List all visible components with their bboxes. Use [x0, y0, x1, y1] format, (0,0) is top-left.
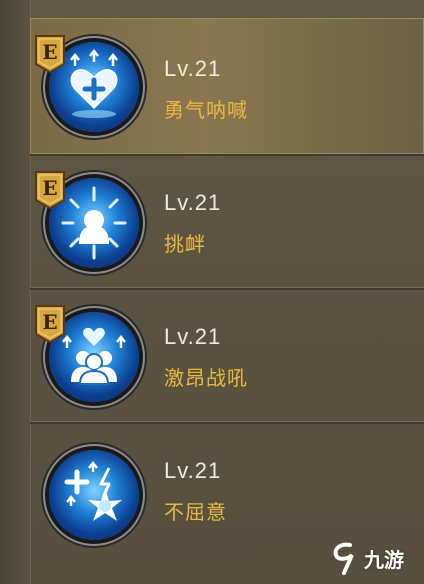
watermark: 九游 — [330, 538, 404, 578]
grade-label: E — [42, 40, 58, 64]
skill-level: Lv.21 — [164, 324, 222, 349]
skill-level: Lv.21 — [164, 190, 222, 215]
skill-list-panel: E Lv.21 勇气呐喊 E Lv.21 挑衅 E Lv.21 激昂战吼 Lv.… — [0, 0, 424, 584]
skill-row-1[interactable]: E Lv.21 勇气呐喊 — [30, 18, 424, 156]
nine-game-logo-icon — [333, 542, 354, 575]
skill-name: 激昂战吼 — [164, 366, 248, 390]
panel-frame — [0, 0, 31, 584]
watermark-text: 九游 — [364, 547, 404, 572]
skill-level: Lv.21 — [164, 56, 222, 81]
skill-name: 勇气呐喊 — [164, 98, 248, 122]
skill-level: Lv.21 — [164, 458, 222, 483]
skill-row-2[interactable]: E Lv.21 挑衅 — [30, 156, 424, 290]
grade-badge: E — [34, 170, 66, 210]
skill-name: 不屈意 — [164, 500, 227, 524]
skill-row-3[interactable]: E Lv.21 激昂战吼 — [30, 290, 424, 424]
grade-label: E — [42, 176, 58, 200]
grade-label: E — [42, 310, 58, 334]
star-burst-icon — [49, 450, 139, 540]
grade-badge: E — [34, 304, 66, 344]
grade-badge: E — [34, 34, 66, 74]
skill-name: 挑衅 — [164, 232, 206, 256]
